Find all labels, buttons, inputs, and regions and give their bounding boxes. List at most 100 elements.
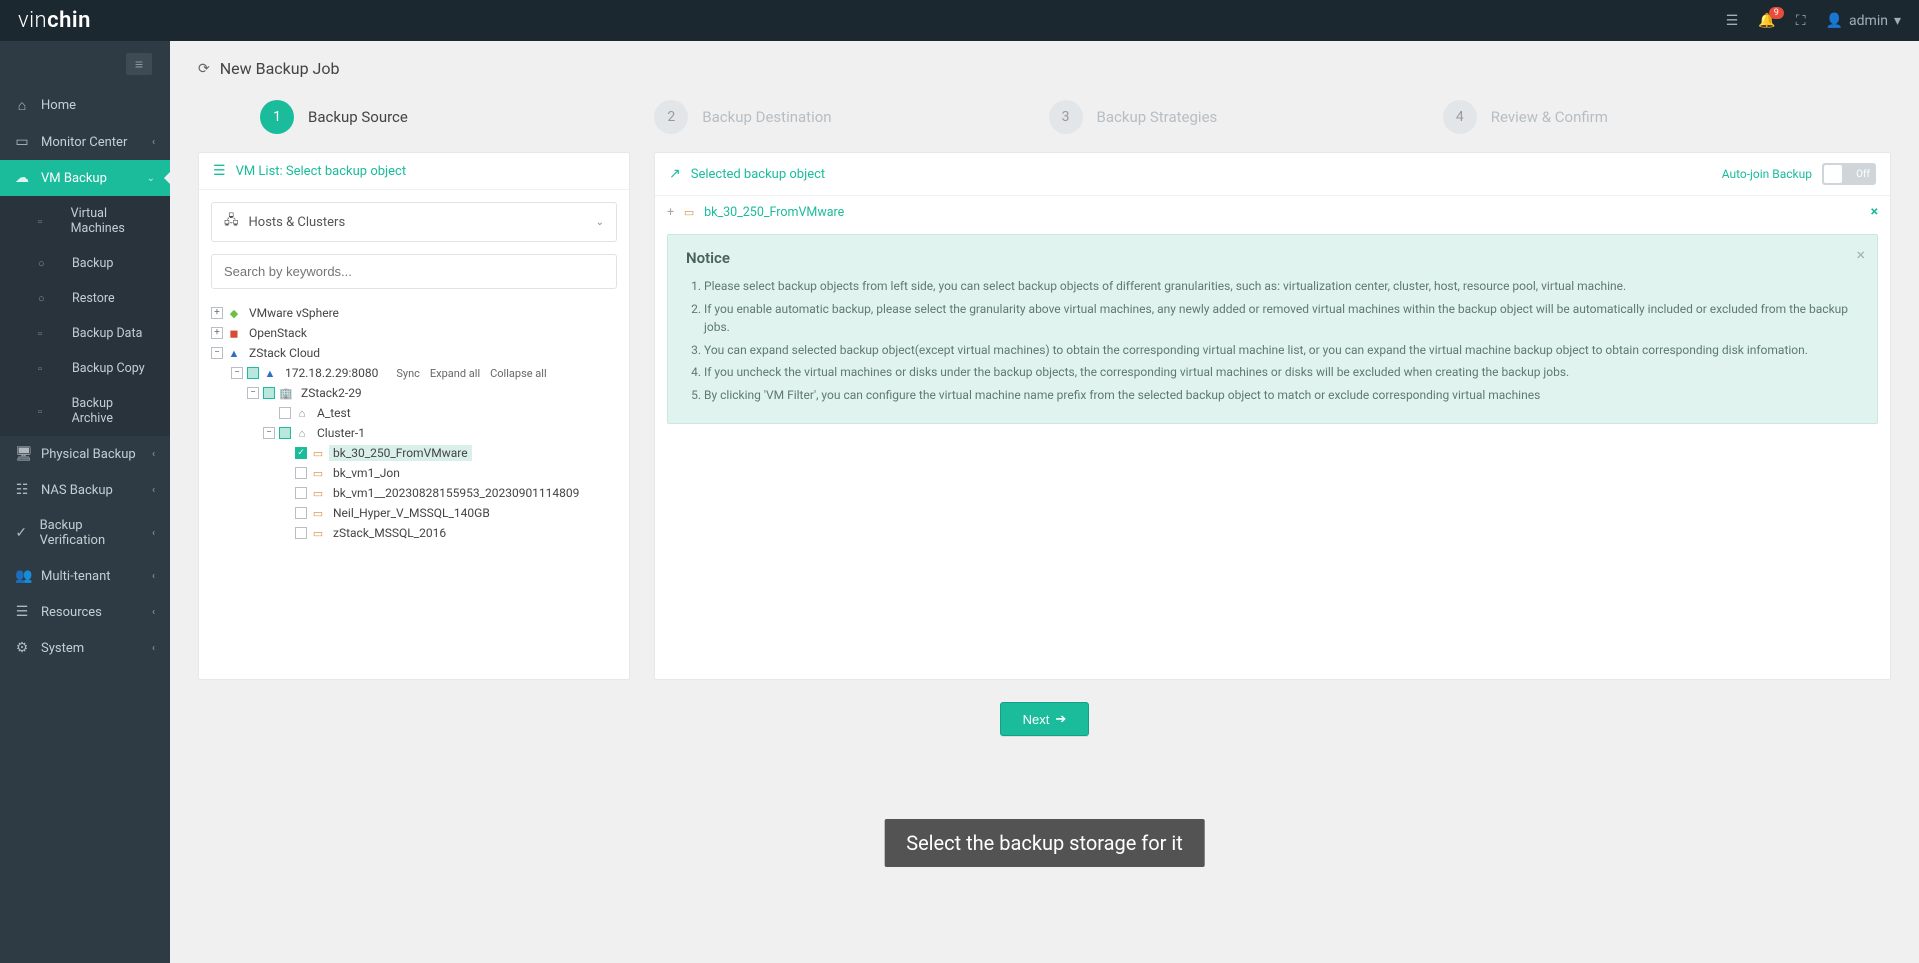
tree-node-vm[interactable]: ▭bk_vm1__20230828155953_20230901114809	[211, 483, 617, 503]
sync-action[interactable]: Sync	[396, 367, 420, 380]
tree-checkbox[interactable]	[295, 507, 307, 519]
expand-toggle[interactable]: +	[211, 327, 223, 339]
vm-icon: ▭	[311, 446, 325, 460]
tree-node-vm[interactable]: ✓▭bk_30_250_FromVMware	[211, 443, 617, 463]
collapse-toggle[interactable]: −	[263, 427, 275, 439]
tree-node-ip[interactable]: −▲172.18.2.29:8080 Sync Expand all Colla…	[211, 363, 617, 383]
wizard-step-1[interactable]: 1Backup Source	[260, 100, 646, 134]
step-number: 4	[1443, 100, 1477, 134]
step-label: Review & Confirm	[1491, 108, 1608, 126]
tree-node-vm[interactable]: ▭Neil_Hyper_V_MSSQL_140GB	[211, 503, 617, 523]
sidebar-sub-backup-archive[interactable]: ▫Backup Archive	[0, 386, 170, 436]
step-label: Backup Destination	[702, 108, 831, 126]
collapse-toggle[interactable]: −	[231, 367, 243, 379]
wizard-step-2[interactable]: 2 Backup Destination	[654, 100, 1040, 134]
sidebar-item-vm-backup[interactable]: ☁VM Backup⌄	[0, 160, 170, 196]
user-name: admin	[1849, 13, 1888, 29]
sidebar-item-home[interactable]: ⌂Home	[0, 87, 170, 124]
tree-node-vmware[interactable]: +◆VMware vSphere	[211, 303, 617, 323]
chevron-icon: ‹	[152, 485, 155, 496]
sidebar: ≡ ⌂Home ▭Monitor Center‹ ☁VM Backup⌄ ▫ Vi…	[0, 41, 170, 963]
tree-checkbox[interactable]	[295, 487, 307, 499]
sidebar-label: Virtual Machines	[71, 206, 155, 236]
sidebar-label: Restore	[72, 291, 115, 306]
sidebar-sub-restore[interactable]: ○ Restore	[0, 281, 170, 316]
sidebar-item-monitor[interactable]: ▭Monitor Center‹	[0, 124, 170, 160]
sidebar-sub-backup[interactable]: ○Backup	[0, 246, 170, 281]
sidebar-sub-backup-copy[interactable]: ▫Backup Copy	[0, 351, 170, 386]
scope-select[interactable]: 🖧 Hosts & Clusters ⌄	[211, 202, 617, 242]
user-menu[interactable]: 👤 admin ▾	[1826, 13, 1901, 29]
sidebar-sub-backup-data[interactable]: ▫Backup Data	[0, 316, 170, 351]
step-label: Backup Strategies	[1097, 108, 1218, 126]
tree-node-vm[interactable]: ▭zStack_MSSQL_2016	[211, 523, 617, 543]
topbar-list-icon[interactable]: ☰	[1726, 13, 1739, 29]
next-button[interactable]: Next ➔	[1000, 702, 1090, 736]
vm-icon: ▭	[311, 506, 325, 520]
tree-label: A_test	[313, 405, 355, 421]
sidebar-item-backup-verification[interactable]: ✓Backup Verification‹	[0, 508, 170, 558]
page-header: ⟳ New Backup Job	[170, 41, 1919, 90]
tree-label: bk_vm1_Jon	[329, 465, 404, 481]
tree-node-atest[interactable]: ⌂A_test	[211, 403, 617, 423]
sidebar-label: Monitor Center	[41, 135, 127, 150]
main-content: ⟳ New Backup Job 1Backup Source 2 Backup …	[170, 41, 1919, 963]
dot-icon: ○	[38, 292, 52, 305]
collapse-toggle[interactable]: −	[247, 387, 259, 399]
expand-all-action[interactable]: Expand all	[430, 367, 480, 380]
tree-checkbox[interactable]	[263, 387, 275, 399]
tree-label: VMware vSphere	[245, 305, 343, 321]
tree-checkbox[interactable]: ✓	[295, 447, 307, 459]
notice-item: By clicking 'VM Filter', you can configu…	[704, 386, 1859, 405]
zstack-icon: ▲	[263, 366, 277, 380]
tree-node-host[interactable]: − 🏢 ZStack2-29	[211, 383, 617, 403]
remove-selected-button[interactable]: ×	[1871, 204, 1878, 220]
tree-checkbox[interactable]	[295, 527, 307, 539]
vm-icon: ▭	[311, 466, 325, 480]
tree-checkbox[interactable]	[295, 467, 307, 479]
collapse-all-action[interactable]: Collapse all	[490, 367, 547, 380]
notification-badge: 9	[1769, 7, 1784, 19]
sidebar-item-physical-backup[interactable]: 🖥Physical Backup‹	[0, 436, 170, 472]
sidebar-item-nas-backup[interactable]: ☷NAS Backup‹	[0, 472, 170, 508]
tree-label: OpenStack	[245, 325, 311, 341]
tree-checkbox[interactable]	[279, 407, 291, 419]
search-input[interactable]	[211, 254, 617, 289]
chevron-icon: ‹	[152, 607, 155, 618]
collapse-toggle[interactable]: −	[211, 347, 223, 359]
sidebar-collapse-button[interactable]: ≡	[126, 53, 152, 75]
tree-checkbox[interactable]	[247, 367, 259, 379]
wizard-step-4[interactable]: 4 Review & Confirm	[1443, 100, 1829, 134]
sidebar-label: Resources	[41, 605, 102, 620]
tree-node-zstack[interactable]: −▲ZStack Cloud	[211, 343, 617, 363]
user-icon: 👤	[1826, 13, 1843, 29]
expand-toggle[interactable]: +	[211, 307, 223, 319]
selected-object-panel: ↗ Selected backup object Auto-join Backu…	[654, 152, 1891, 680]
close-notice-button[interactable]: ×	[1856, 245, 1865, 264]
hosts-icon: 🖧	[224, 211, 239, 233]
tree-checkbox[interactable]	[279, 427, 291, 439]
selected-vm-row: + ▭ bk_30_250_FromVMware ×	[655, 196, 1890, 228]
wizard-step-3[interactable]: 3Backup Strategies	[1049, 100, 1435, 134]
sidebar-label: System	[41, 641, 84, 656]
fullscreen-icon[interactable]: ⛶	[1796, 13, 1806, 29]
tree-node-openstack[interactable]: +◼OpenStack	[211, 323, 617, 343]
expand-icon[interactable]: +	[667, 205, 674, 220]
notifications-icon[interactable]: 🔔9	[1758, 13, 1775, 29]
dot-icon: ▫	[38, 215, 51, 228]
step-number: 2	[654, 100, 688, 134]
tree-label: ZStack2-29	[297, 385, 366, 401]
toggle-state: Off	[1856, 169, 1870, 180]
host-icon: 🏢	[279, 386, 293, 400]
sidebar-item-multi-tenant[interactable]: 👥Multi-tenant‹	[0, 558, 170, 594]
sidebar-item-system[interactable]: ⚙System‹	[0, 630, 170, 666]
refresh-icon[interactable]: ⟳	[198, 61, 210, 77]
sidebar-item-resources[interactable]: ☰Resources‹	[0, 594, 170, 630]
page-title: New Backup Job	[220, 59, 340, 78]
sidebar-sub-virtual-machines[interactable]: ▫ Virtual Machines	[0, 196, 170, 246]
autojoin-toggle[interactable]: Off	[1822, 163, 1876, 185]
tree-node-cluster1[interactable]: −⌂Cluster-1	[211, 423, 617, 443]
sidebar-label: Backup Archive	[72, 396, 155, 426]
scope-label: Hosts & Clusters	[249, 215, 346, 230]
tree-node-vm[interactable]: ▭ bk_vm1_Jon	[211, 463, 617, 483]
